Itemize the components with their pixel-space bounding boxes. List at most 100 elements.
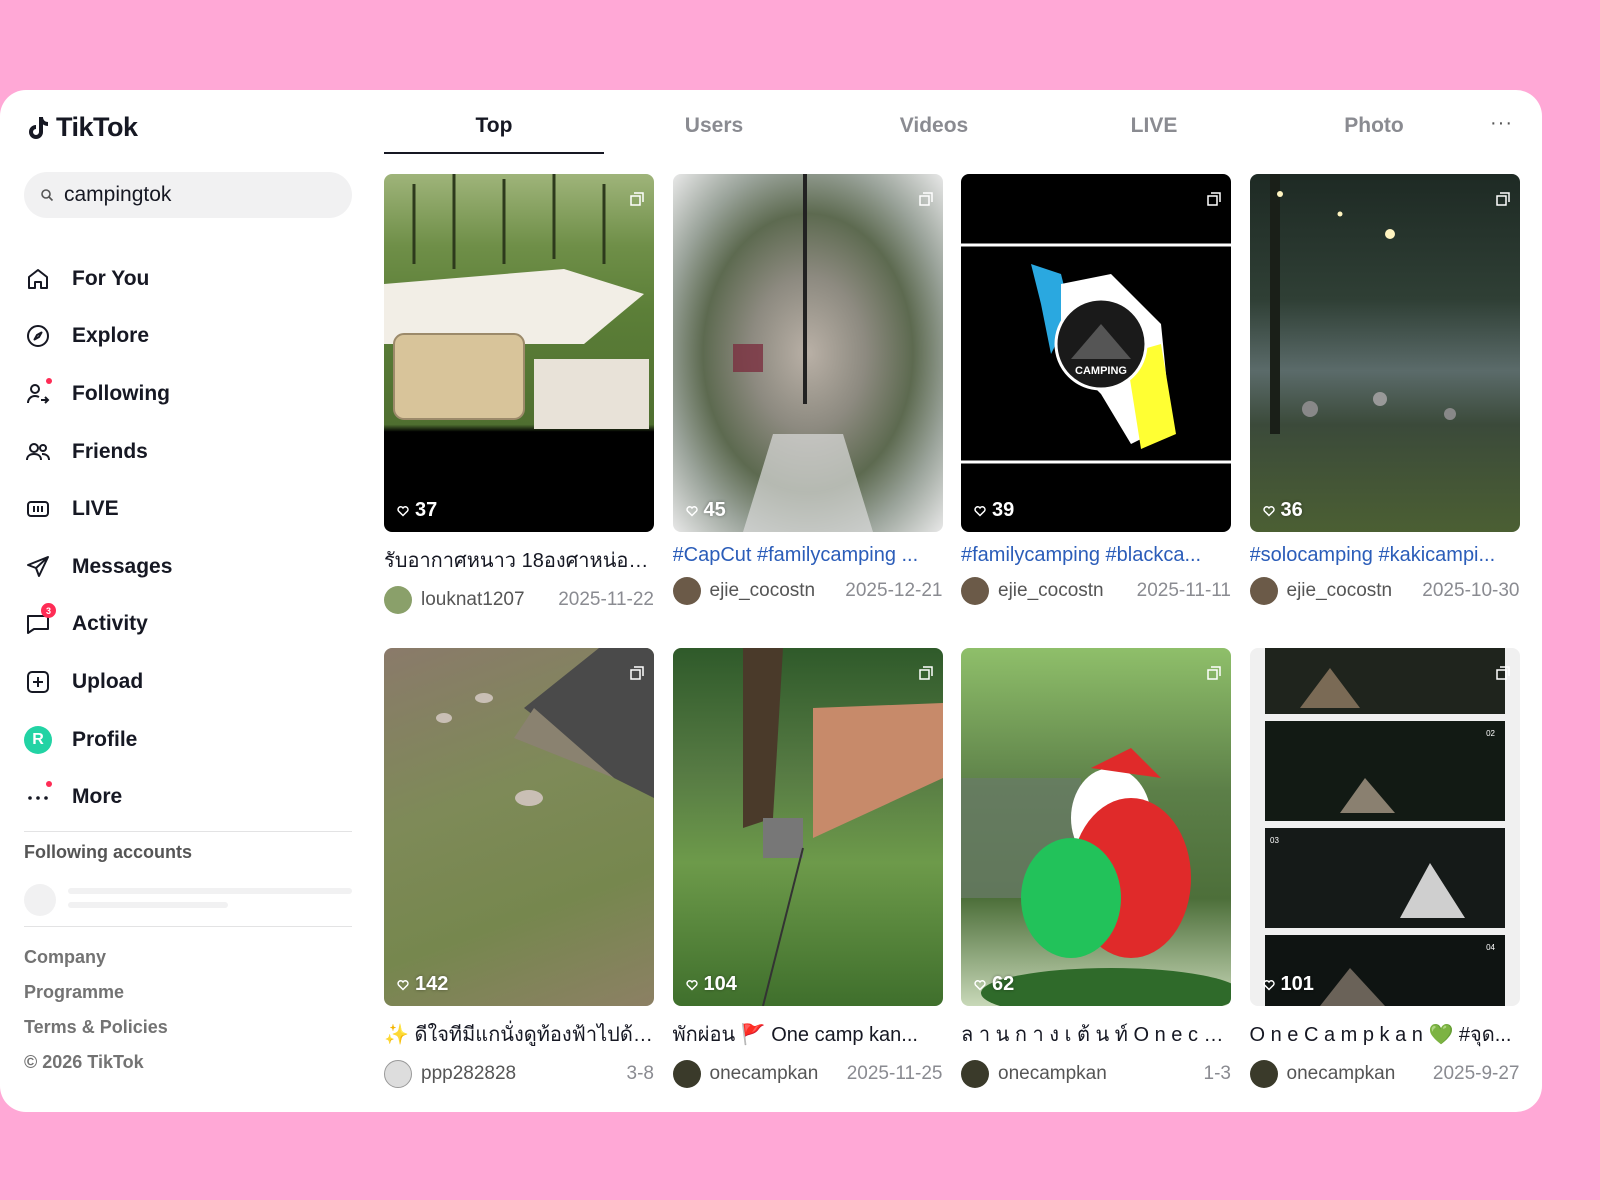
compass-icon (24, 322, 52, 350)
profile-avatar: R (24, 725, 52, 754)
tab-photo[interactable]: Photo (1264, 106, 1484, 154)
video-caption[interactable]: รับอากาศหนาว 18องศาหน่อย... (384, 544, 654, 576)
user-avatar[interactable] (1249, 577, 1278, 605)
username[interactable]: ejie_cocostn (710, 580, 846, 602)
tab-live[interactable]: LIVE (1044, 106, 1264, 154)
tab-users[interactable]: Users (604, 106, 824, 154)
username[interactable]: louknat1207 (421, 589, 558, 611)
video-card[interactable]: 62 ล า น ก า ง เ ต้ น ท์ O n e c a... on… (961, 648, 1231, 1098)
video-caption[interactable]: ✨ ดีใจทีมีแกนั่งดูท้องฟ้าไปด้ว... (384, 1018, 654, 1050)
video-thumbnail[interactable]: 45 (672, 174, 943, 532)
video-meta: onecampkan 1-3 (961, 1060, 1231, 1088)
multi-photo-icon (1495, 192, 1510, 206)
video-caption[interactable]: ล า น ก า ง เ ต้ น ท์ O n e c a... (961, 1018, 1231, 1050)
user-avatar[interactable] (961, 1060, 989, 1088)
video-thumbnail[interactable]: 37 (384, 174, 654, 532)
video-thumbnail[interactable]: 104 (672, 648, 943, 1006)
tab-videos[interactable]: Videos (824, 106, 1044, 154)
sidebar-item-label: Activity (72, 612, 148, 636)
user-avatar[interactable] (1249, 1060, 1278, 1088)
heart-outline-icon (1262, 979, 1275, 991)
video-card[interactable]: 37 รับอากาศหนาว 18องศาหน่อย... louknat12… (384, 174, 654, 624)
post-date: 2025-11-11 (1136, 580, 1231, 601)
video-thumbnail[interactable]: CAMPING 39 (961, 174, 1231, 532)
video-meta: onecampkan 2025-9-27 (1249, 1060, 1520, 1088)
video-caption[interactable]: #familycamping #blackca... (961, 544, 1231, 567)
live-icon (24, 495, 52, 523)
video-card[interactable]: 02 03 04 101 O n e C a m p k a n 💚 #จุด.… (1249, 648, 1520, 1098)
video-thumbnail[interactable]: 62 (961, 648, 1231, 1006)
username[interactable]: ejie_cocostn (1287, 580, 1423, 602)
like-count: 39 (974, 499, 1014, 522)
username[interactable]: onecampkan (998, 1063, 1204, 1085)
sidebar-item-label: LIVE (72, 497, 119, 521)
multi-photo-icon (918, 666, 933, 680)
video-card[interactable]: 142 ✨ ดีใจทีมีแกนั่งดูท้องฟ้าไปด้ว... pp… (384, 648, 654, 1098)
video-caption[interactable]: #solocamping #kakicampi... (1250, 544, 1520, 567)
video-card[interactable]: 36 #solocamping #kakicampi... ejie_cocos… (1249, 174, 1520, 624)
post-date: 3-8 (626, 1063, 654, 1084)
video-card[interactable]: 45 #CapCut #familycamping ... ejie_cocos… (672, 174, 943, 624)
sidebar-item-label: Upload (72, 669, 144, 693)
heart-outline-icon (397, 979, 409, 991)
sidebar: TikTok For You Explore Following Friends (24, 90, 352, 1112)
sidebar-item-profile[interactable]: R Profile (24, 711, 352, 769)
username[interactable]: ejie_cocostn (998, 580, 1137, 602)
username[interactable]: onecampkan (710, 1063, 847, 1085)
video-card[interactable]: CAMPING 39 #familycamping #blackca... ej… (961, 174, 1231, 624)
notification-dot (46, 377, 52, 384)
user-follow-icon (24, 377, 52, 408)
user-avatar[interactable] (672, 1060, 701, 1088)
user-avatar[interactable] (961, 577, 989, 605)
video-meta: ejie_cocostn 2025-12-21 (672, 577, 943, 605)
sidebar-item-messages[interactable]: Messages (24, 538, 352, 596)
like-count: 142 (397, 973, 448, 996)
search-input[interactable] (64, 183, 324, 207)
sidebar-item-more[interactable]: More (24, 768, 352, 826)
user-avatar[interactable] (672, 577, 701, 605)
sidebar-item-label: For You (72, 266, 150, 290)
footer-link-company[interactable]: Company (24, 940, 168, 975)
search-tabs: Top Users Videos LIVE Photo (384, 106, 1514, 154)
footer-link-terms[interactable]: Terms & Policies (24, 1010, 168, 1045)
video-caption[interactable]: O n e C a m p k a n 💚 #จุด... (1250, 1018, 1520, 1050)
video-meta: onecampkan 2025-11-25 (672, 1060, 943, 1088)
video-thumbnail[interactable]: 142 (384, 648, 654, 1006)
sidebar-item-label: Messages (72, 554, 173, 578)
multi-photo-icon (1495, 666, 1510, 680)
heart-outline-icon (397, 505, 409, 517)
like-count-value: 36 (1280, 499, 1303, 521)
video-card[interactable]: 104 พักผ่อน 🚩 One camp kan... onecampkan… (672, 648, 943, 1098)
video-meta: ejie_cocostn 2025-10-30 (1249, 577, 1520, 605)
sidebar-item-live[interactable]: LIVE (24, 480, 352, 538)
video-thumbnail[interactable]: 02 03 04 101 (1249, 648, 1520, 1006)
sidebar-item-following[interactable]: Following (24, 365, 352, 423)
user-avatar[interactable] (384, 586, 412, 614)
like-count: 45 (685, 499, 726, 522)
multi-photo-icon (1207, 666, 1221, 680)
thumbnail-art (961, 748, 1231, 1006)
username[interactable]: ppp282828 (421, 1063, 627, 1085)
video-caption[interactable]: #CapCut #familycamping ... (673, 544, 943, 567)
skeleton-avatar (24, 884, 56, 916)
like-count-value: 62 (992, 973, 1015, 995)
like-count-value: 37 (415, 499, 438, 521)
footer-link-programme[interactable]: Programme (24, 975, 168, 1010)
collage-label: 04 (1486, 943, 1495, 952)
video-thumbnail[interactable]: 36 (1249, 174, 1520, 532)
sidebar-item-friends[interactable]: Friends (24, 423, 352, 481)
username[interactable]: onecampkan (1287, 1063, 1433, 1085)
sidebar-item-explore[interactable]: Explore (24, 308, 352, 366)
tabs-more-button[interactable]: ··· (1490, 112, 1513, 135)
video-caption[interactable]: พักผ่อน 🚩 One camp kan... (673, 1018, 943, 1050)
search-bar[interactable] (24, 172, 352, 218)
tab-top[interactable]: Top (384, 106, 604, 154)
user-avatar[interactable] (384, 1060, 412, 1088)
sidebar-item-for-you[interactable]: For You (24, 250, 352, 308)
skeleton-line (68, 888, 352, 894)
tiktok-logo[interactable]: TikTok (26, 112, 138, 143)
sidebar-item-activity[interactable]: 3 Activity (24, 596, 352, 654)
video-meta: ppp282828 3-8 (384, 1060, 654, 1088)
notification-badge: 3 (41, 603, 56, 619)
sidebar-item-upload[interactable]: Upload (24, 653, 352, 711)
